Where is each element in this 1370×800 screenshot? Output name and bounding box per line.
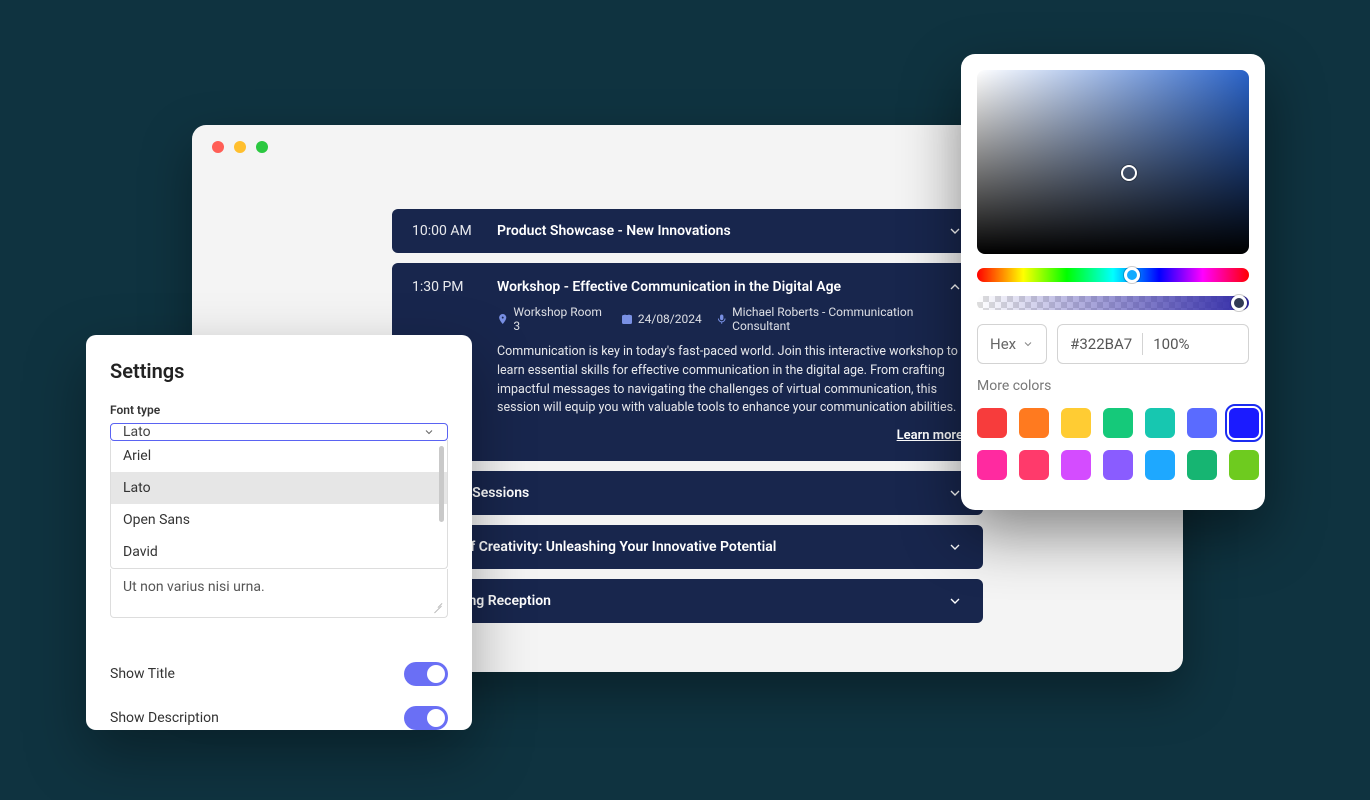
font-select-value: Lato [123, 424, 151, 440]
settings-panel: Settings Font type Lato Ariel Lato Open … [86, 335, 472, 730]
show-title-row: Show Title [110, 642, 448, 686]
color-swatch[interactable] [1229, 408, 1259, 438]
color-swatch[interactable] [1103, 408, 1133, 438]
agenda-title: Networking Reception [412, 593, 927, 609]
agenda-time: 10:00 AM [412, 223, 477, 239]
font-select[interactable]: Lato [110, 423, 448, 441]
font-type-label: Font type [110, 403, 448, 417]
microphone-icon: Michael Roberts - Communication Consulta… [716, 305, 963, 333]
agenda-title: Product Showcase - New Innovations [497, 223, 927, 239]
show-description-toggle[interactable] [404, 706, 448, 730]
textarea-value: Ut non varius nisi urna. [123, 579, 265, 595]
chevron-down-icon [1022, 338, 1034, 350]
color-swatch[interactable] [1145, 408, 1175, 438]
close-window-icon[interactable] [212, 141, 224, 153]
color-swatches [977, 408, 1249, 480]
calendar-icon: 24/08/2024 [621, 312, 702, 326]
show-title-label: Show Title [110, 666, 175, 682]
chevron-down-icon[interactable] [947, 593, 963, 609]
font-option[interactable]: Ariel [111, 440, 447, 472]
color-swatch[interactable] [1229, 450, 1259, 480]
minimize-window-icon[interactable] [234, 141, 246, 153]
color-swatch[interactable] [1019, 450, 1049, 480]
alpha-value: 100% [1153, 335, 1189, 353]
hue-slider[interactable] [977, 268, 1249, 282]
color-swatch[interactable] [1061, 408, 1091, 438]
maximize-window-icon[interactable] [256, 141, 268, 153]
hex-value: #322BA7 [1070, 335, 1132, 353]
show-description-label: Show Description [110, 710, 219, 726]
color-swatch[interactable] [1061, 450, 1091, 480]
font-options-dropdown: Ariel Lato Open Sans David [110, 440, 448, 569]
color-swatch[interactable] [1103, 450, 1133, 480]
color-value-row: Hex #322BA7 100% [977, 324, 1249, 364]
agenda-meta: Workshop Room 3 24/08/2024 Michael Rober… [412, 305, 963, 333]
color-swatch[interactable] [1019, 408, 1049, 438]
settings-title: Settings [110, 359, 448, 383]
color-swatch[interactable] [1187, 450, 1217, 480]
hue-knob[interactable] [1124, 267, 1140, 283]
show-description-row: Show Description [110, 686, 448, 730]
agenda-item[interactable]: The Art of Creativity: Unleashing Your I… [392, 525, 983, 569]
learn-more-link[interactable]: Learn more [412, 428, 963, 443]
agenda-item[interactable]: Networking Reception [392, 579, 983, 623]
agenda-title: Workshop - Effective Communication in th… [497, 279, 963, 295]
font-option[interactable]: Open Sans [111, 504, 447, 536]
saturation-lightness-area[interactable] [977, 70, 1249, 254]
color-swatch[interactable] [977, 450, 1007, 480]
agenda-time: 1:30 PM [412, 279, 477, 295]
chevron-down-icon [423, 426, 435, 438]
agenda-description: Communication is key in today's fast-pac… [412, 343, 963, 418]
font-option[interactable]: Lato [111, 472, 447, 504]
color-format-select[interactable]: Hex [977, 324, 1047, 364]
font-option[interactable]: David [111, 536, 447, 568]
color-swatch[interactable] [1187, 408, 1217, 438]
agenda-item-expanded[interactable]: 1:30 PM Workshop - Effective Communicati… [392, 263, 983, 461]
more-colors-label: More colors [977, 378, 1249, 394]
preview-textarea[interactable]: Ut non varius nisi urna. [110, 569, 448, 618]
agenda-item[interactable]: Breakout Sessions [392, 471, 983, 515]
location-icon: Workshop Room 3 [497, 305, 607, 333]
color-cursor[interactable] [1121, 165, 1137, 181]
resize-grip-icon[interactable] [431, 601, 443, 613]
hex-input[interactable]: #322BA7 100% [1057, 324, 1249, 364]
alpha-slider[interactable] [977, 296, 1249, 310]
scrollbar[interactable] [439, 446, 444, 522]
agenda-speaker: Michael Roberts - Communication Consulta… [732, 305, 963, 333]
agenda-title: Breakout Sessions [412, 485, 927, 501]
chevron-down-icon[interactable] [947, 539, 963, 555]
color-picker: Hex #322BA7 100% More colors [961, 54, 1265, 510]
alpha-knob[interactable] [1231, 295, 1247, 311]
agenda-item[interactable]: 10:00 AM Product Showcase - New Innovati… [392, 209, 983, 253]
agenda-date: 24/08/2024 [638, 312, 702, 326]
color-swatch[interactable] [977, 408, 1007, 438]
color-swatch[interactable] [1145, 450, 1175, 480]
separator [1142, 333, 1143, 355]
show-title-toggle[interactable] [404, 662, 448, 686]
agenda-title: The Art of Creativity: Unleashing Your I… [412, 539, 927, 555]
format-value: Hex [990, 335, 1016, 353]
agenda-location: Workshop Room 3 [513, 305, 606, 333]
